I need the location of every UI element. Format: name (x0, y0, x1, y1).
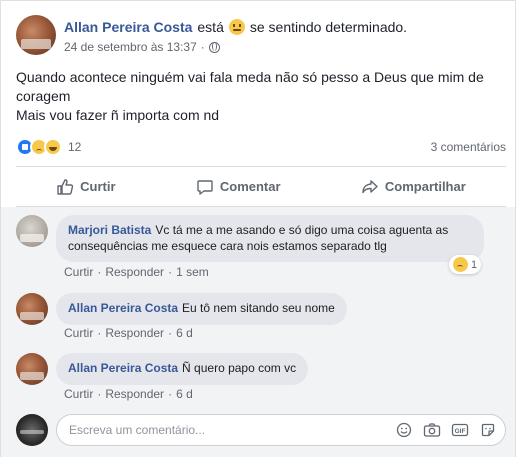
post-meta: 24 de setembro às 13:37 · (64, 40, 407, 54)
gif-icon[interactable]: GIF (451, 421, 469, 439)
comment-meta: Curtir · Responder · 1 sem (64, 265, 209, 279)
comment-composer: Escreva um comentário... GIF (16, 414, 506, 446)
neutral-face-icon (228, 19, 245, 35)
comment-text: Ñ quero papo com vc (182, 361, 297, 375)
comment-reply-link[interactable]: Responder (105, 326, 164, 340)
comment-item: Marjori Batista Vc tá me a me asando e só… (16, 215, 484, 262)
comment-bubble: Allan Pereira Costa Ñ quero papo com vc (56, 353, 309, 385)
commenter-name[interactable]: Marjori Batista (68, 223, 151, 237)
commenter-avatar[interactable] (16, 293, 48, 325)
comment-like-link[interactable]: Curtir (64, 265, 93, 279)
like-button[interactable]: Curtir (56, 178, 116, 196)
commenter-name[interactable]: Allan Pereira Costa (68, 361, 178, 375)
comment-reply-link[interactable]: Responder (105, 387, 164, 401)
comment-item: Allan Pereira Costa Ñ quero papo com vc (16, 353, 309, 385)
sad-icon (453, 257, 468, 272)
comment-time[interactable]: 1 sem (176, 265, 209, 279)
post-header-text: Allan Pereira Costa está se sentindo det… (64, 15, 407, 55)
composer-tools: GIF (385, 421, 497, 439)
svg-text:GIF: GIF (455, 428, 466, 435)
commenter-avatar[interactable] (16, 215, 48, 247)
comment-reaction-count: 1 (471, 258, 478, 271)
sticker-icon[interactable] (479, 421, 497, 439)
comment-input-placeholder: Escreva um comentário... (69, 423, 206, 437)
post-title-line: Allan Pereira Costa está se sentindo det… (64, 18, 407, 36)
meta-separator: · (168, 265, 173, 279)
reactions-bar: 12 3 comentários (16, 138, 506, 156)
comment-input[interactable]: Escreva um comentário... GIF (56, 414, 506, 446)
comment-item: Allan Pereira Costa Eu tô nem sitando seu… (16, 293, 347, 325)
thumbs-up-icon (57, 178, 74, 195)
comment-text: Eu tô nem sitando seu nome (182, 301, 335, 315)
like-label: Curtir (80, 179, 116, 194)
comments-count-link[interactable]: 3 comentários (431, 140, 506, 154)
comment-button[interactable]: Comentar (196, 178, 281, 196)
meta-separator: · (200, 40, 205, 54)
post-header: Allan Pereira Costa está se sentindo det… (16, 15, 407, 55)
post-actions: Curtir Comentar Compartilhar (16, 166, 506, 207)
comment-reply-link[interactable]: Responder (105, 265, 164, 279)
post-body: Quando acontece ninguém vai fala meda nã… (16, 68, 506, 125)
share-label: Compartilhar (384, 179, 466, 194)
comment-time[interactable]: 6 d (176, 387, 193, 401)
post-author-name[interactable]: Allan Pereira Costa (64, 18, 192, 36)
commenter-avatar[interactable] (16, 353, 48, 385)
comment-like-link[interactable]: Curtir (64, 387, 93, 401)
meta-separator: · (168, 326, 173, 340)
comment-meta: Curtir · Responder · 6 d (64, 387, 193, 401)
comment-bubble: Marjori Batista Vc tá me a me asando e só… (56, 215, 484, 262)
comment-meta: Curtir · Responder · 6 d (64, 326, 193, 340)
camera-icon[interactable] (423, 421, 441, 439)
post-date[interactable]: 24 de setembro às 13:37 (64, 40, 197, 54)
emoji-icon[interactable] (395, 421, 413, 439)
meta-separator: · (97, 265, 102, 279)
feeling-text: se sentindo determinado. (249, 19, 408, 35)
comment-icon (197, 179, 213, 195)
meta-separator: · (168, 387, 173, 401)
reaction-count: 12 (68, 140, 82, 154)
share-arrow-icon (362, 179, 378, 193)
feeling-prefix: está (197, 19, 224, 35)
share-button[interactable]: Compartilhar (361, 178, 466, 196)
author-avatar[interactable] (16, 15, 56, 55)
reaction-summary[interactable]: 12 (16, 138, 81, 156)
post-body-line: Mais vou fazer ñ importa com nd (16, 107, 220, 123)
meta-separator: · (97, 326, 102, 340)
post-card: Allan Pereira Costa está se sentindo det… (0, 0, 516, 457)
current-user-avatar (16, 414, 48, 446)
comment-like-link[interactable]: Curtir (64, 326, 93, 340)
comment-label: Comentar (219, 179, 281, 194)
comment-time[interactable]: 6 d (176, 326, 193, 340)
comment-reaction-badge[interactable]: 1 (449, 255, 482, 274)
meta-separator: · (97, 387, 102, 401)
globe-icon[interactable] (208, 41, 220, 53)
haha-icon (44, 138, 62, 156)
commenter-name[interactable]: Allan Pereira Costa (68, 301, 178, 315)
comment-bubble: Allan Pereira Costa Eu tô nem sitando seu… (56, 293, 347, 325)
post-body-line: Quando acontece ninguém vai fala meda nã… (16, 69, 484, 104)
